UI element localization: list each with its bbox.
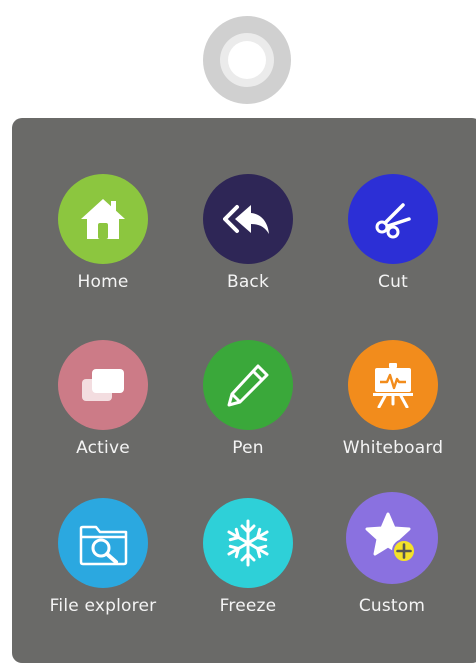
whiteboard-label: Whiteboard bbox=[342, 438, 444, 458]
snowflake-icon bbox=[203, 498, 293, 588]
custom-label: Custom bbox=[358, 596, 426, 616]
pen-button[interactable]: Pen bbox=[173, 340, 323, 458]
freeze-label: Freeze bbox=[219, 596, 277, 616]
active-label: Active bbox=[76, 438, 130, 458]
back-button[interactable]: Back bbox=[173, 174, 323, 292]
star-add-icon bbox=[346, 492, 438, 584]
file-explorer-label: File explorer bbox=[49, 596, 157, 616]
cut-button[interactable]: Cut bbox=[318, 174, 468, 292]
pen-label: Pen bbox=[232, 438, 264, 458]
custom-button[interactable]: Custom bbox=[317, 492, 467, 616]
pen-icon bbox=[203, 340, 293, 430]
floating-menu-toggle[interactable] bbox=[203, 16, 291, 104]
toggle-ring bbox=[220, 33, 274, 87]
scissors-icon bbox=[348, 174, 438, 264]
back-icon bbox=[203, 174, 293, 264]
home-label: Home bbox=[77, 272, 129, 292]
quick-menu-panel: Home Back Cut Active Pen Whiteboard File… bbox=[12, 118, 476, 663]
whiteboard-button[interactable]: Whiteboard bbox=[318, 340, 468, 458]
whiteboard-easel-icon bbox=[348, 340, 438, 430]
home-icon bbox=[58, 174, 148, 264]
toggle-core bbox=[228, 41, 266, 79]
folder-search-icon bbox=[58, 498, 148, 588]
home-button[interactable]: Home bbox=[28, 174, 178, 292]
cut-label: Cut bbox=[378, 272, 408, 292]
active-button[interactable]: Active bbox=[28, 340, 178, 458]
back-label: Back bbox=[226, 272, 270, 292]
windows-icon bbox=[58, 340, 148, 430]
freeze-button[interactable]: Freeze bbox=[173, 498, 323, 616]
file-explorer-button[interactable]: File explorer bbox=[28, 498, 178, 616]
